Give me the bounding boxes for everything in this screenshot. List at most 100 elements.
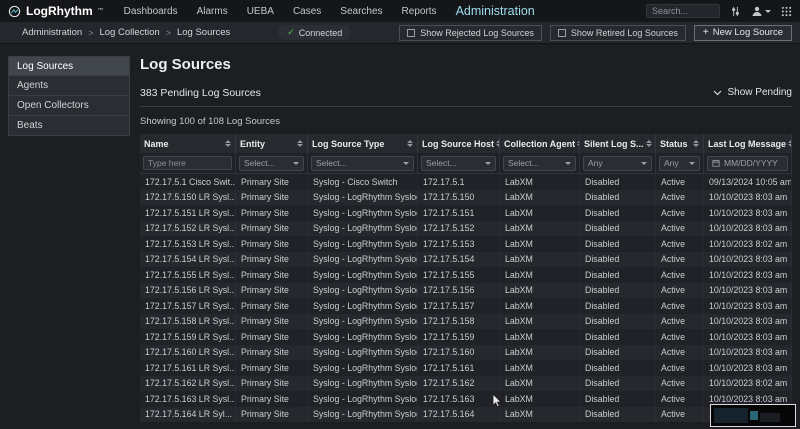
table-row[interactable]: 172.17.5.155 LR Sysl...Primary SiteSyslo…	[140, 267, 792, 283]
cell-silent: Disabled	[580, 236, 656, 252]
nav-item-searches[interactable]: Searches	[340, 6, 382, 17]
cell-name: 172.17.5.155 LR Sysl...	[140, 267, 236, 283]
nav-item-administration[interactable]: Administration	[456, 4, 535, 18]
table-row[interactable]: 172.17.5.162 LR Sysl...Primary SiteSyslo…	[140, 376, 792, 392]
sort-icon[interactable]	[407, 140, 413, 147]
showing-count: Showing 100 of 108 Log Sources	[140, 116, 792, 127]
entity-filter-select[interactable]: Select...	[239, 156, 304, 171]
sort-icon[interactable]	[297, 140, 303, 147]
table-row[interactable]: 172.17.5.159 LR Sysl...Primary SiteSyslo…	[140, 329, 792, 345]
cell-agent: LabXM	[500, 345, 580, 361]
cell-name: 172.17.5.154 LR Sysl...	[140, 252, 236, 268]
sidebar-item-open-collectors[interactable]: Open Collectors	[8, 96, 130, 116]
column-header-silent-log-source[interactable]: Silent Log S...	[580, 134, 656, 153]
date-filter-input[interactable]: MM/DD/YYYY	[707, 156, 788, 171]
trademark: ™	[98, 8, 104, 14]
screen-preview-overlay[interactable]	[710, 404, 796, 427]
nav-item-dashboards[interactable]: Dashboards	[124, 6, 178, 17]
cell-agent: LabXM	[500, 298, 580, 314]
table-row[interactable]: 172.17.5.158 LR Sysl...Primary SiteSyslo…	[140, 314, 792, 330]
user-menu[interactable]	[751, 5, 771, 17]
search-input[interactable]	[646, 4, 720, 18]
table-row[interactable]: 172.17.5.150 LR Sysl...Primary SiteSyslo…	[140, 190, 792, 206]
content: Log Sources Agents Open Collectors Beats…	[0, 44, 800, 429]
apps-grid-icon[interactable]	[781, 6, 792, 17]
cell-name: 172.17.5.157 LR Sysl...	[140, 298, 236, 314]
collection-agent-filter-select[interactable]: Select...	[503, 156, 576, 171]
sort-icon[interactable]	[693, 140, 699, 147]
table-row[interactable]: 172.17.5.153 LR Sysl...Primary SiteSyslo…	[140, 236, 792, 252]
log-source-host-filter-select[interactable]: Select...	[421, 156, 496, 171]
cell-type: Syslog - LogRhythm Syslog Ge...	[308, 283, 418, 299]
log-table-body: 172.17.5.1 Cisco Swit...Primary SiteSysl…	[140, 174, 792, 422]
sort-icon[interactable]	[788, 140, 792, 147]
column-header-status[interactable]: Status	[656, 134, 704, 153]
sidebar-item-beats[interactable]: Beats	[8, 116, 130, 136]
sidebar-item-log-sources[interactable]: Log Sources	[8, 56, 130, 76]
breadcrumb-log-collection[interactable]: Log Collection	[99, 27, 159, 38]
cell-agent: LabXM	[500, 360, 580, 376]
table-row[interactable]: 172.17.5.152 LR Sysl...Primary SiteSyslo…	[140, 221, 792, 237]
nav-item-alarms[interactable]: Alarms	[197, 6, 228, 17]
column-header-name[interactable]: Name	[140, 134, 236, 153]
cell-entity: Primary Site	[236, 174, 308, 190]
any-label: Any	[588, 158, 603, 168]
table-row[interactable]: 172.17.5.157 LR Sysl...Primary SiteSyslo…	[140, 298, 792, 314]
nav-item-ueba[interactable]: UEBA	[247, 6, 274, 17]
calendar-icon	[712, 159, 720, 167]
cell-host: 172.17.5.155	[418, 267, 500, 283]
table-row[interactable]: 172.17.5.151 LR Sysl...Primary SiteSyslo…	[140, 205, 792, 221]
cell-status: Active	[656, 236, 704, 252]
sort-icon[interactable]	[646, 140, 652, 147]
any-label: Any	[664, 158, 679, 168]
filter-silent-log-source: Any	[580, 153, 656, 173]
table-row[interactable]: 172.17.5.161 LR Sysl...Primary SiteSyslo…	[140, 360, 792, 376]
cell-entity: Primary Site	[236, 298, 308, 314]
logo[interactable]: LogRhythm™	[8, 4, 104, 18]
cell-agent: LabXM	[500, 329, 580, 345]
name-filter-input[interactable]	[143, 156, 232, 170]
sidebar-item-agents[interactable]: Agents	[8, 76, 130, 96]
caret-down-icon	[641, 162, 647, 165]
table-row[interactable]: 172.17.5.154 LR Sysl...Primary SiteSyslo…	[140, 252, 792, 268]
select-placeholder: Select...	[316, 158, 347, 168]
cell-type: Syslog - LogRhythm Syslog Ge...	[308, 205, 418, 221]
cell-name: 172.17.5.163 LR Sysl...	[140, 391, 236, 407]
cell-type: Syslog - LogRhythm Syslog Ge...	[308, 298, 418, 314]
show-pending-label: Show Pending	[728, 87, 793, 98]
cell-last: 10/10/2023 8:03 am	[704, 298, 792, 314]
filter-sliders-icon[interactable]	[730, 6, 741, 17]
preview-accent	[750, 411, 758, 420]
table-row[interactable]: 172.17.5.156 LR Sysl...Primary SiteSyslo…	[140, 283, 792, 299]
nav-item-reports[interactable]: Reports	[402, 6, 437, 17]
breadcrumb-administration[interactable]: Administration	[22, 27, 82, 38]
silent-log-source-filter-select[interactable]: Any	[583, 156, 652, 171]
cell-entity: Primary Site	[236, 407, 308, 423]
show-rejected-checkbox[interactable]: Show Rejected Log Sources	[399, 25, 542, 41]
nav-item-cases[interactable]: Cases	[293, 6, 321, 17]
column-header-log-source-type[interactable]: Log Source Type	[308, 134, 418, 153]
table-row[interactable]: 172.17.5.164 LR Syl...Primary SiteSyslog…	[140, 407, 792, 423]
show-pending-toggle[interactable]: Show Pending	[713, 87, 793, 98]
cell-silent: Disabled	[580, 391, 656, 407]
status-filter-select[interactable]: Any	[659, 156, 700, 171]
column-header-log-source-host[interactable]: Log Source Host	[418, 134, 500, 153]
table-row[interactable]: 172.17.5.1 Cisco Swit...Primary SiteSysl…	[140, 174, 792, 190]
column-header-entity[interactable]: Entity	[236, 134, 308, 153]
cell-type: Syslog - Cisco Switch	[308, 174, 418, 190]
column-header-collection-agent[interactable]: Collection Agent	[500, 134, 580, 153]
cell-last: 10/10/2023 8:03 am	[704, 314, 792, 330]
cell-entity: Primary Site	[236, 391, 308, 407]
table-row[interactable]: 172.17.5.163 LR Sysl...Primary SiteSyslo…	[140, 391, 792, 407]
breadcrumb: Administration > Log Collection > Log So…	[22, 27, 230, 38]
cell-host: 172.17.5.1	[418, 174, 500, 190]
show-retired-checkbox[interactable]: Show Retired Log Sources	[550, 25, 686, 41]
cell-agent: LabXM	[500, 314, 580, 330]
log-source-type-filter-select[interactable]: Select...	[311, 156, 414, 171]
new-log-source-button[interactable]: + New Log Source	[694, 25, 792, 41]
column-header-last-log-message[interactable]: Last Log Message	[704, 134, 792, 153]
sort-icon[interactable]	[225, 140, 231, 147]
table-row[interactable]: 172.17.5.160 LR Sysl...Primary SiteSyslo…	[140, 345, 792, 361]
cell-last: 10/10/2023 8:03 am	[704, 283, 792, 299]
breadcrumb-log-sources[interactable]: Log Sources	[177, 27, 230, 38]
